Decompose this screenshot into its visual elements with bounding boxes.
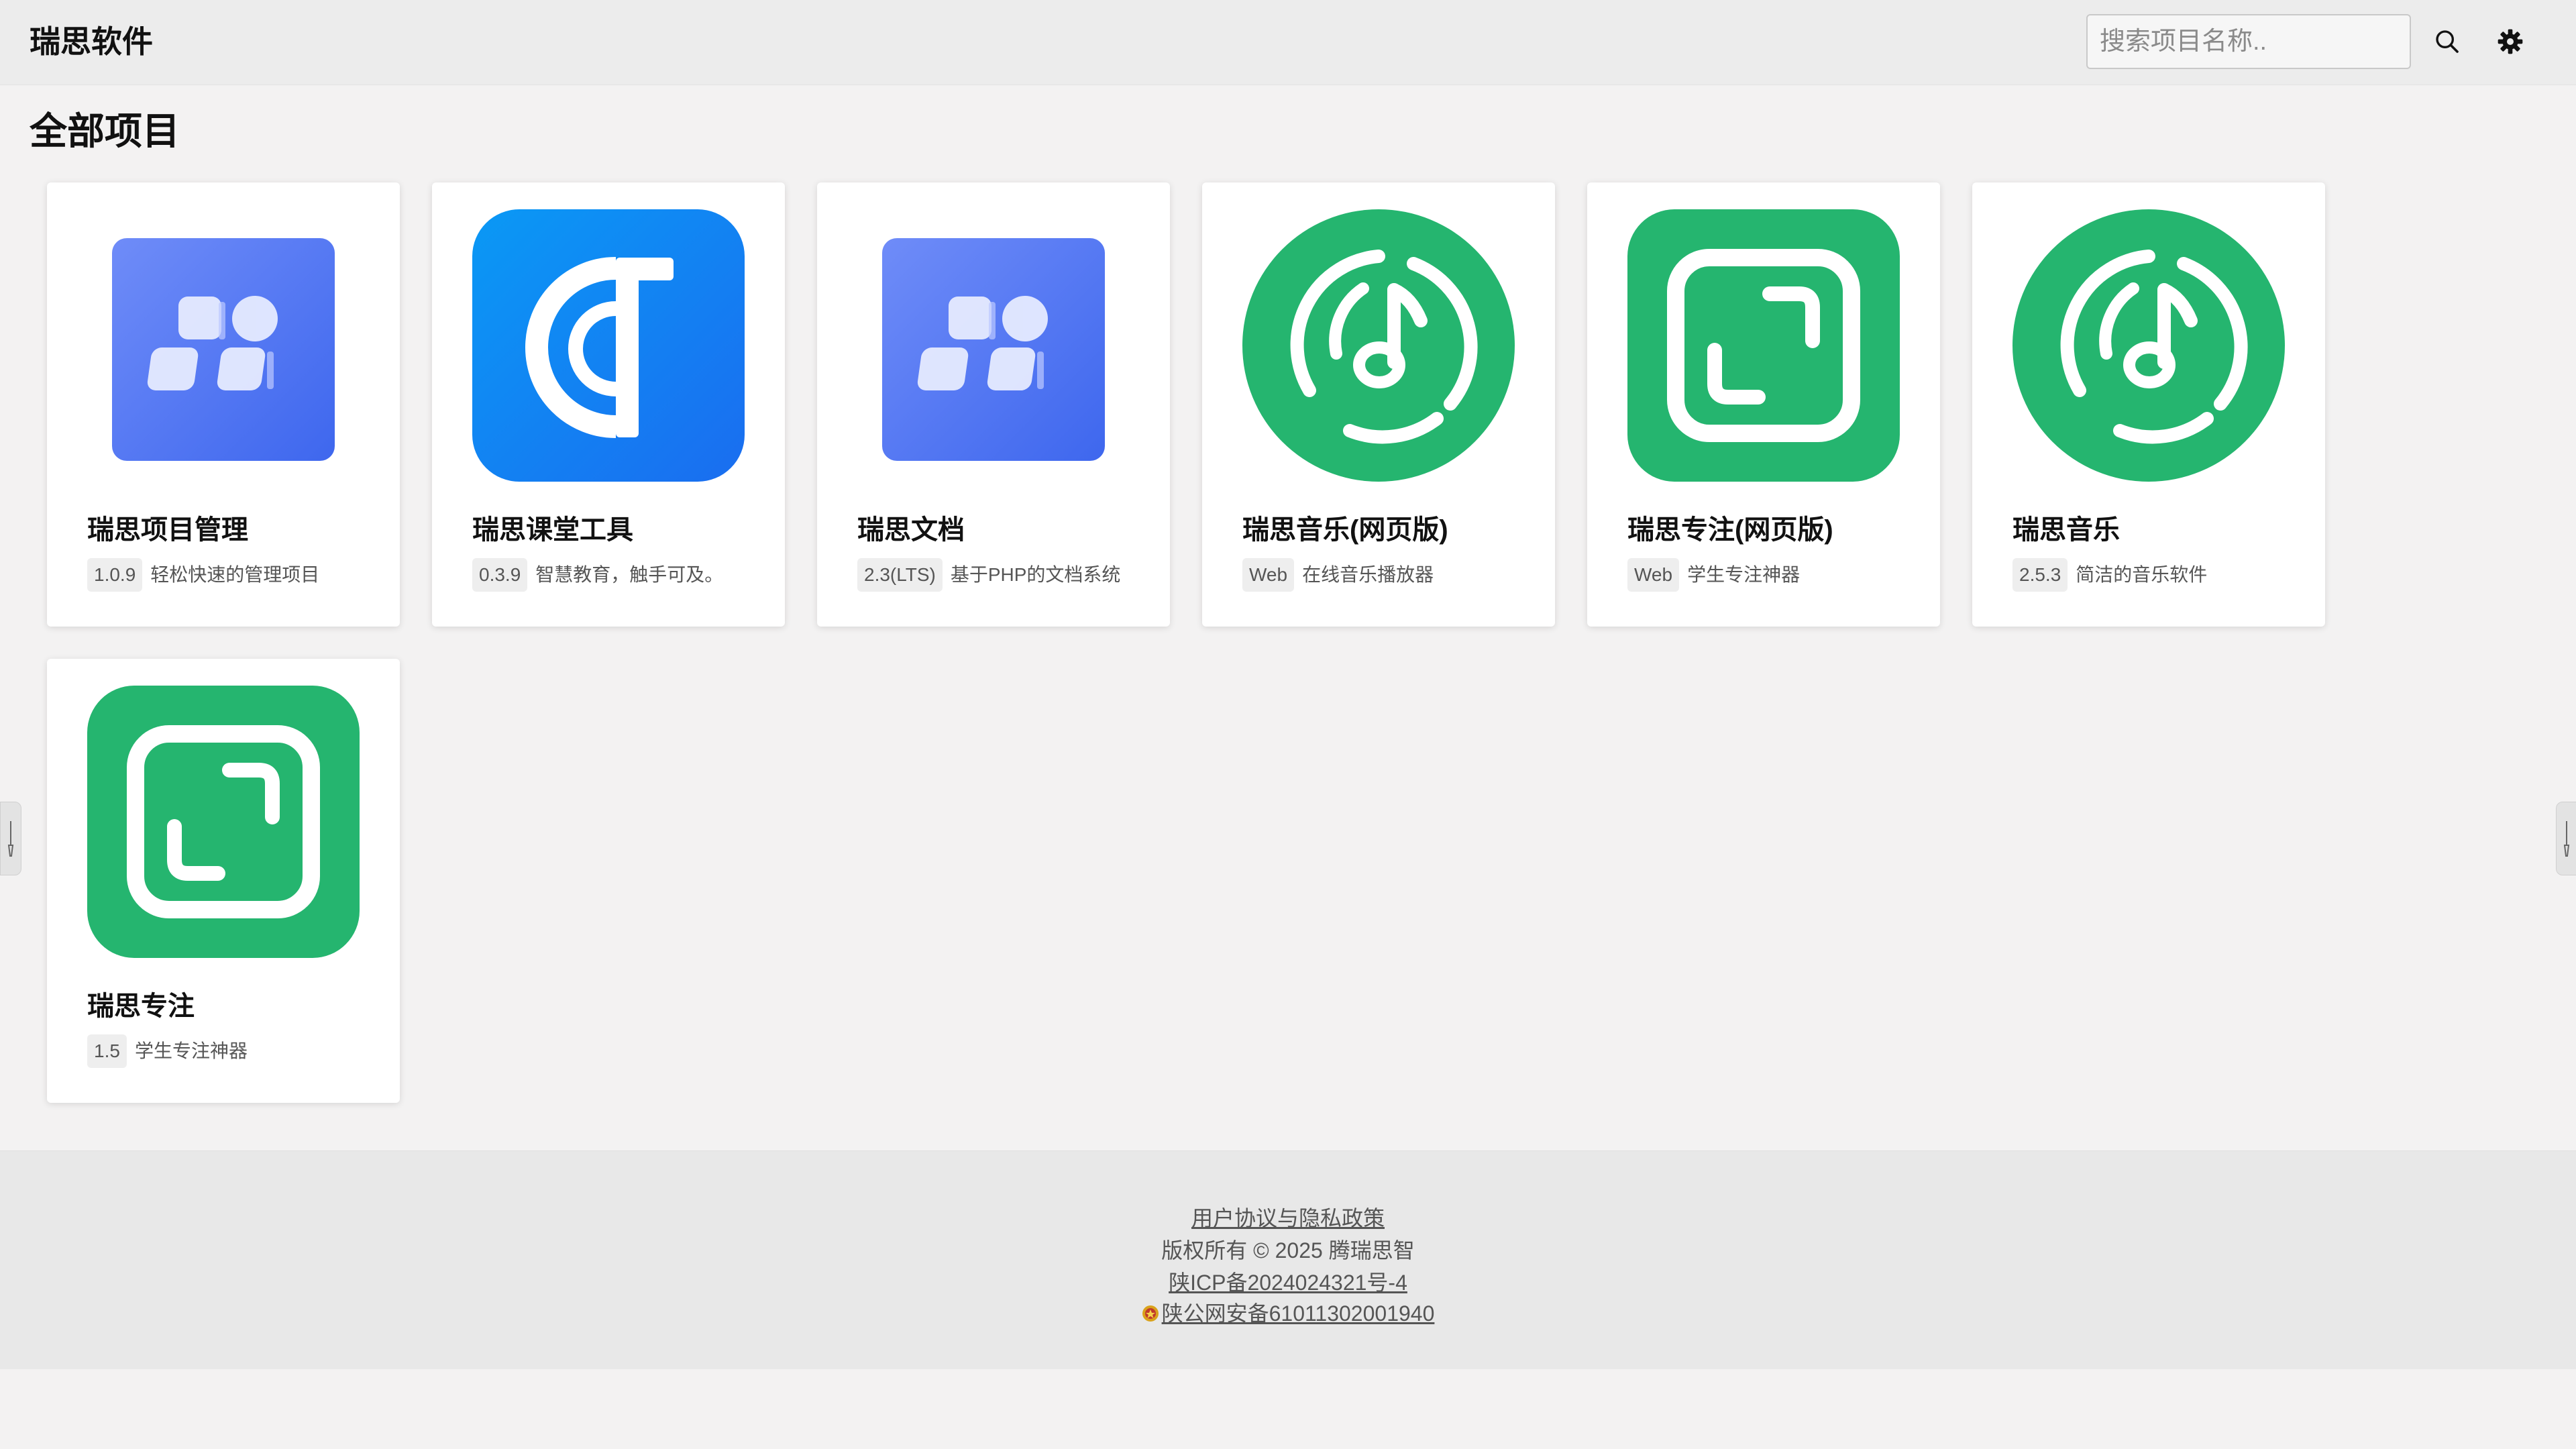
project-card[interactable]: 瑞思音乐(网页版) Web 在线音乐播放器 <box>1202 182 1555 627</box>
project-card[interactable]: 瑞思专注 1.5 学生专注神器 <box>47 659 400 1103</box>
project-description: 在线音乐播放器 <box>1302 564 1434 585</box>
project-meta: 2.3(LTS) 基于PHP的文档系统 <box>857 558 1120 592</box>
page-title: 全部项目 <box>30 110 180 152</box>
project-name: 瑞思专注(网页版) <box>1627 515 1833 545</box>
top-bar: 瑞思软件 <box>0 0 2576 85</box>
project-card[interactable]: 瑞思音乐 2.5.3 简洁的音乐软件 <box>1972 182 2325 627</box>
project-card[interactable]: 瑞思文档 2.3(LTS) 基于PHP的文档系统 <box>817 182 1170 627</box>
version-badge: Web <box>1242 558 1295 592</box>
project-description: 学生专注神器 <box>1687 564 1801 585</box>
project-description: 基于PHP的文档系统 <box>950 564 1121 585</box>
left-edge-tab[interactable] <box>0 802 21 875</box>
version-badge: 1.0.9 <box>87 558 143 592</box>
project-meta: Web 学生专注神器 <box>1627 558 1800 592</box>
search-button[interactable] <box>2426 20 2469 63</box>
project-name: 瑞思课堂工具 <box>472 515 633 545</box>
project-name: 瑞思音乐(网页版) <box>1242 515 1448 545</box>
version-badge: 2.3(LTS) <box>857 558 943 592</box>
copyright-text: 版权所有 © 2025 腾瑞思智 <box>1161 1238 1415 1263</box>
footer-icp-line: 陕ICP备2024024321号-4 <box>0 1267 2576 1299</box>
project-meta: 1.0.9 轻松快速的管理项目 <box>87 558 319 592</box>
project-card[interactable]: 瑞思项目管理 1.0.9 轻松快速的管理项目 <box>47 182 400 627</box>
project-meta: 2.5.3 简洁的音乐软件 <box>2012 558 2207 592</box>
focus-frame-icon <box>87 686 360 958</box>
gear-icon <box>2498 29 2523 54</box>
site-footer: 用户协议与隐私政策 版权所有 © 2025 腾瑞思智 陕ICP备20240243… <box>0 1150 2576 1369</box>
project-name: 瑞思专注 <box>87 991 195 1021</box>
settings-button[interactable] <box>2489 20 2532 63</box>
focus-frame-icon <box>1627 209 1900 482</box>
classroom-logo-icon <box>472 209 745 482</box>
project-description: 轻松快速的管理项目 <box>150 564 320 585</box>
search-input[interactable] <box>2086 14 2411 69</box>
search-icon <box>2436 30 2459 53</box>
footer-police-line: 陕公网安备61011302001940 <box>0 1297 2576 1330</box>
police-link[interactable]: 陕公网安备61011302001940 <box>1162 1301 1435 1326</box>
project-name: 瑞思音乐 <box>2012 515 2120 545</box>
project-meta: Web 在线音乐播放器 <box>1242 558 1434 592</box>
blocks-icon <box>857 209 1130 482</box>
project-card[interactable]: 瑞思课堂工具 0.3.9 智慧教育，触手可及。 <box>432 182 785 627</box>
version-badge: 2.5.3 <box>2012 558 2068 592</box>
project-meta: 1.5 学生专注神器 <box>87 1034 248 1068</box>
version-badge: 1.5 <box>87 1034 127 1068</box>
version-badge: Web <box>1627 558 1680 592</box>
project-card[interactable]: 瑞思专注(网页版) Web 学生专注神器 <box>1587 182 1940 627</box>
music-disc-icon <box>2012 209 2285 482</box>
footer-policy-line: 用户协议与隐私政策 <box>0 1202 2576 1234</box>
project-description: 学生专注神器 <box>134 1040 248 1061</box>
handle-icon <box>7 821 14 857</box>
project-name: 瑞思文档 <box>857 515 965 545</box>
project-name: 瑞思项目管理 <box>87 515 248 545</box>
site-brand[interactable]: 瑞思软件 <box>30 20 153 63</box>
police-badge-icon <box>1142 1305 1159 1322</box>
project-meta: 0.3.9 智慧教育，触手可及。 <box>472 558 723 592</box>
project-description: 智慧教育，触手可及。 <box>535 564 724 585</box>
blocks-icon <box>87 209 360 482</box>
icp-link[interactable]: 陕ICP备2024024321号-4 <box>1169 1271 1407 1295</box>
handle-icon <box>2563 821 2570 857</box>
music-disc-icon <box>1242 209 1515 482</box>
right-edge-tab[interactable] <box>2556 802 2576 875</box>
project-description: 简洁的音乐软件 <box>2076 564 2208 585</box>
version-badge: 0.3.9 <box>472 558 528 592</box>
policy-link[interactable]: 用户协议与隐私政策 <box>1191 1206 1385 1230</box>
